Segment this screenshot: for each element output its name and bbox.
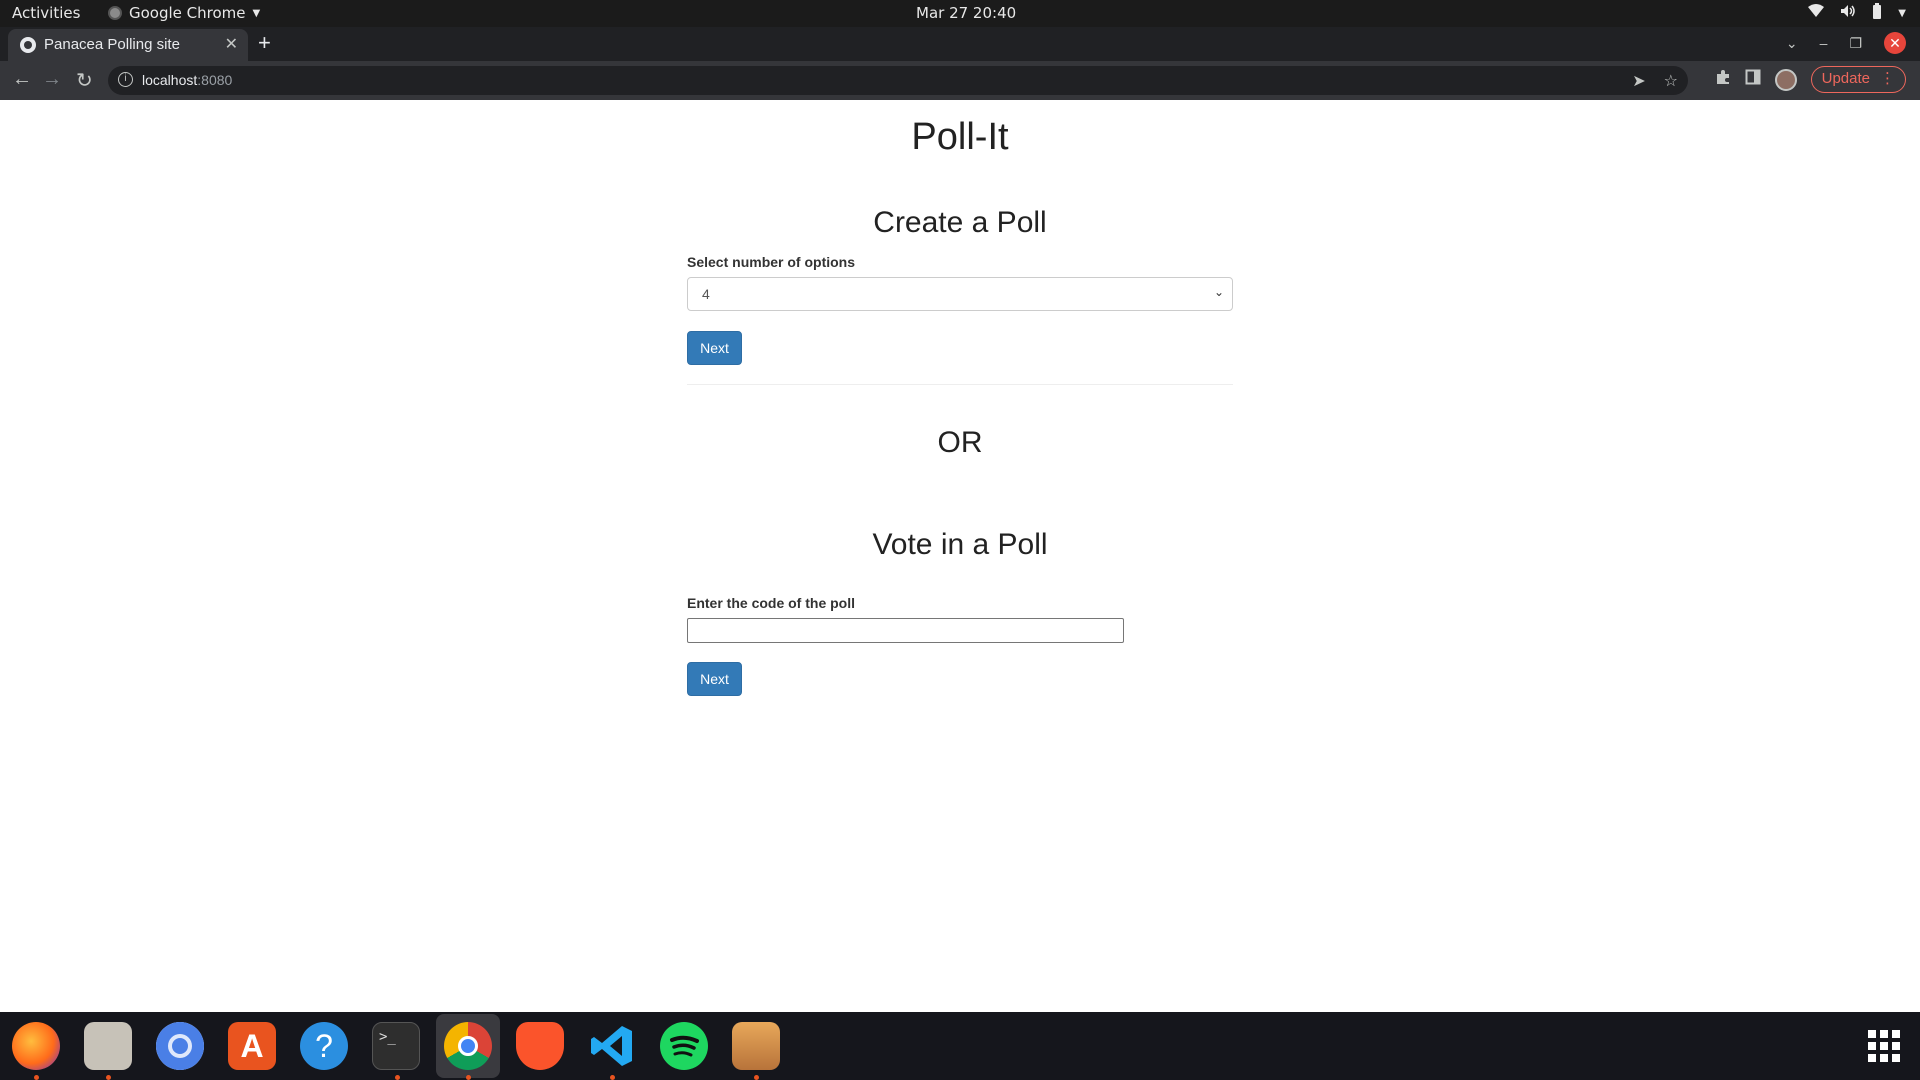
site-info-icon[interactable]: i: [118, 72, 133, 87]
create-next-button[interactable]: Next: [687, 331, 742, 365]
options-count-label: Select number of options: [687, 254, 856, 270]
chromium-icon[interactable]: [156, 1022, 204, 1070]
package-icon[interactable]: [732, 1022, 780, 1080]
volume-icon: [1840, 4, 1856, 22]
brave-icon[interactable]: [516, 1022, 564, 1070]
firefox-icon[interactable]: [12, 1022, 60, 1080]
app-menu[interactable]: Google Chrome ▼: [108, 4, 260, 22]
software-center-icon[interactable]: A: [228, 1022, 276, 1070]
reload-icon[interactable]: ↻: [76, 68, 93, 93]
back-icon[interactable]: ←: [12, 68, 32, 91]
profile-avatar[interactable]: [1774, 68, 1797, 91]
options-count-value: 4: [702, 286, 710, 302]
caret-down-icon: ▼: [252, 7, 261, 19]
wifi-icon: [1808, 4, 1825, 22]
system-tray[interactable]: ▼: [1808, 3, 1906, 23]
new-tab-icon[interactable]: +: [258, 30, 271, 56]
create-poll-heading: Create a Poll: [873, 206, 1047, 239]
url-text[interactable]: localhost:8080: [142, 72, 232, 88]
forward-icon[interactable]: →: [42, 68, 62, 91]
minimize-icon[interactable]: –: [1820, 35, 1828, 51]
activities-button[interactable]: Activities: [12, 4, 80, 22]
vote-poll-heading: Vote in a Poll: [872, 528, 1048, 561]
vote-next-button[interactable]: Next: [687, 662, 742, 696]
close-window-icon[interactable]: ✕: [1884, 32, 1906, 54]
section-divider: [687, 384, 1233, 385]
options-count-select[interactable]: 4 ⌄: [687, 277, 1233, 311]
clock[interactable]: Mar 27 20:40: [916, 4, 1016, 22]
update-label: Update: [1821, 70, 1870, 87]
terminal-icon[interactable]: >_: [372, 1022, 420, 1080]
chrome-icon[interactable]: [444, 1022, 492, 1080]
send-tab-icon[interactable]: ➤: [1632, 71, 1645, 91]
address-bar[interactable]: i localhost:8080 ➤ ☆: [108, 66, 1688, 95]
window-controls: ⌄ – ❐ ✕: [1786, 32, 1906, 54]
page-content: Poll-It Create a Poll Select number of o…: [0, 100, 1920, 1012]
battery-icon: [1872, 3, 1882, 23]
system-top-bar: Activities Google Chrome ▼ Mar 27 20:40 …: [0, 0, 1920, 27]
site-favicon-icon: [20, 37, 36, 53]
poll-code-input[interactable]: [687, 618, 1124, 643]
show-apps-grid-icon[interactable]: [1868, 1030, 1900, 1062]
tab-search-icon[interactable]: ⌄: [1786, 35, 1798, 52]
power-menu-caret-icon: ▼: [1898, 7, 1906, 19]
app-menu-label: Google Chrome: [129, 4, 246, 22]
bookmark-star-icon[interactable]: ☆: [1664, 71, 1678, 91]
extensions-puzzle-icon[interactable]: [1715, 69, 1731, 90]
browser-toolbar: ← → ↻ i localhost:8080 ➤ ☆ Update ⋮: [0, 61, 1920, 100]
side-panel-icon[interactable]: [1745, 69, 1761, 90]
kebab-menu-icon: ⋮: [1880, 70, 1895, 87]
dock: A ? >_: [0, 1012, 1920, 1080]
files-icon[interactable]: [84, 1022, 132, 1080]
vscode-icon[interactable]: [588, 1022, 636, 1080]
poll-code-label: Enter the code of the poll: [687, 595, 856, 611]
chrome-app-icon: [108, 6, 122, 20]
close-tab-icon[interactable]: ✕: [225, 34, 238, 54]
restore-icon[interactable]: ❐: [1849, 35, 1862, 52]
tab-title: Panacea Polling site: [44, 36, 180, 53]
update-button[interactable]: Update ⋮: [1810, 66, 1906, 93]
chevron-down-icon: ⌄: [1213, 285, 1224, 299]
spotify-icon[interactable]: [660, 1022, 708, 1070]
or-separator: OR: [937, 426, 983, 459]
tab-panacea-polling[interactable]: Panacea Polling site ✕: [8, 29, 248, 61]
help-icon[interactable]: ?: [300, 1022, 348, 1070]
site-title: Poll-It: [911, 116, 1009, 158]
tab-strip: Panacea Polling site ✕ + ⌄ – ❐ ✕: [0, 27, 1920, 61]
